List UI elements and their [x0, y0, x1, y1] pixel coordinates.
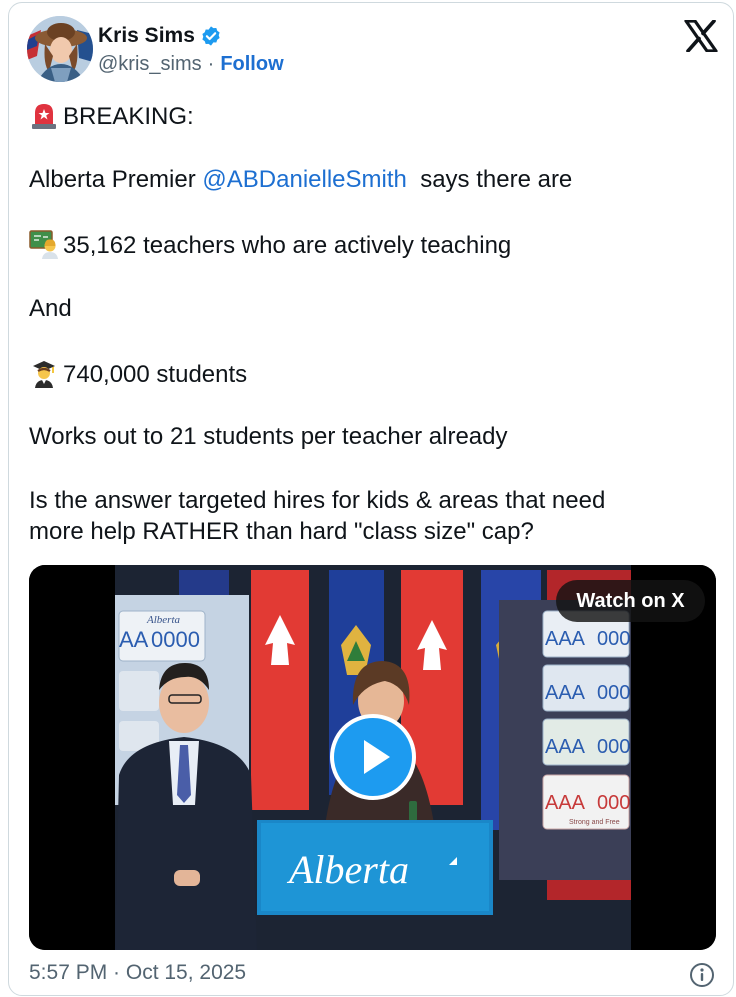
plate-1-text: AAA — [545, 628, 586, 650]
separator-dot: · — [207, 53, 215, 75]
author-name[interactable]: Kris Sims — [98, 24, 195, 48]
author-handle[interactable]: @kris_sims — [98, 53, 202, 76]
tweet-line-ratio: Works out to 21 students per teacher alr… — [29, 423, 508, 450]
siren-emoji — [32, 104, 56, 129]
svg-text:000: 000 — [597, 628, 630, 650]
author-name-row[interactable]: Kris Sims — [98, 24, 222, 48]
handle-row: @kris_sims · Follow — [98, 53, 284, 76]
play-button[interactable] — [330, 714, 416, 800]
students-text: 740,000 students — [63, 361, 248, 388]
watch-on-x-button[interactable]: Watch on X — [556, 580, 705, 622]
svg-text:000: 000 — [597, 736, 630, 758]
tweet-line-question-1: Is the answer targeted hires for kids & … — [29, 487, 606, 514]
plate-tag: Strong and Free — [569, 819, 620, 826]
teachers-text: 35,162 teachers who are actively teachin… — [63, 232, 512, 259]
tweet-line-teachers: 35,162 teachers who are actively teachin… — [29, 229, 511, 261]
says-text: says there are — [420, 166, 573, 193]
info-icon[interactable] — [689, 962, 715, 988]
verified-badge-icon — [202, 26, 220, 46]
avatar[interactable] — [27, 16, 93, 82]
poster-plate-brand: Alberta — [146, 614, 180, 626]
avatar-image — [27, 16, 93, 82]
tweet-line-premier: Alberta Premier @ABDanielleSmith says th… — [29, 165, 572, 195]
teacher-emoji — [29, 230, 58, 259]
tweet-line-students: 740,000 students — [29, 358, 247, 390]
tweet-line-breaking: BREAKING: — [29, 100, 194, 132]
breaking-text: BREAKING: — [63, 103, 194, 130]
mention-link[interactable]: @ABDanielleSmith — [202, 166, 406, 193]
tweet-line-question-2: more help RATHER than hard "class size" … — [29, 518, 534, 545]
tweet-line-and: And — [29, 295, 72, 322]
play-icon — [364, 740, 390, 774]
tweet-timestamp[interactable]: 5:57 PM · Oct 15, 2025 — [29, 961, 246, 985]
poster-plate-number: 0000 — [151, 627, 200, 652]
svg-text:AAA: AAA — [545, 736, 586, 758]
svg-text:AAA: AAA — [545, 682, 586, 704]
podium-logo: Alberta — [286, 847, 409, 892]
student-emoji — [33, 361, 55, 388]
follow-button[interactable]: Follow — [220, 53, 283, 76]
svg-text:AA: AA — [119, 627, 149, 652]
svg-text:AAA: AAA — [545, 792, 586, 814]
svg-text:000: 000 — [597, 792, 630, 814]
x-logo-icon[interactable] — [684, 20, 718, 52]
premier-text: Alberta Premier — [29, 166, 196, 193]
svg-text:000: 000 — [597, 682, 630, 704]
